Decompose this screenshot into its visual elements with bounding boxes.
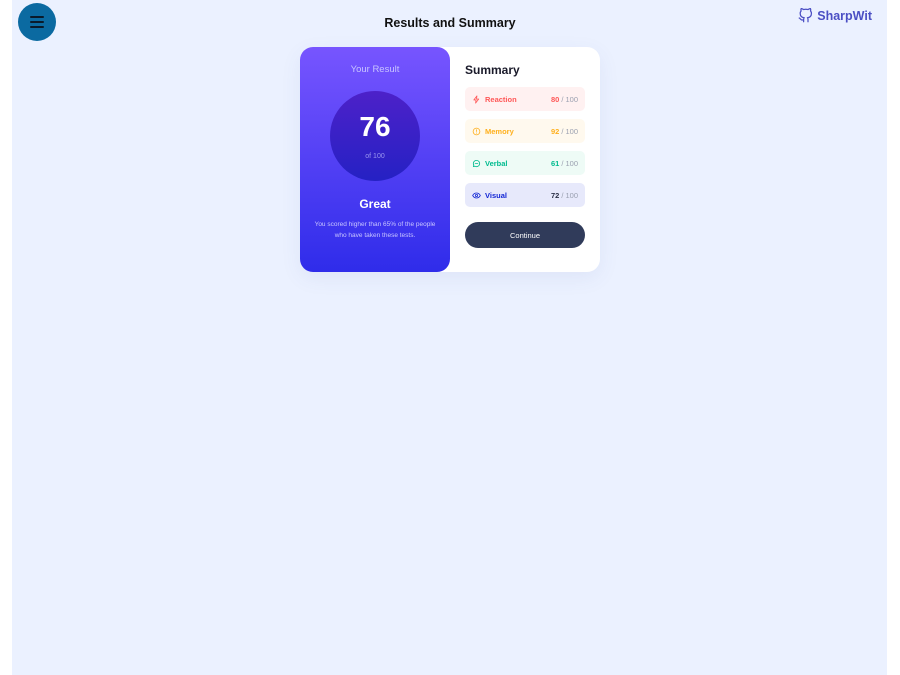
category-score: 61 [550,158,560,168]
category-max: / 100 [561,190,578,200]
result-description: You scored higher than 65% of the people… [314,221,436,239]
eye-icon [472,191,481,200]
summary-panel: Summary Reaction 80 / 100 Memory 92 / 10… [450,47,600,272]
brand-link[interactable]: SharpWit [798,8,872,23]
score-value: 76 [359,111,391,142]
category-max: / 100 [561,126,578,136]
category-label: Visual [485,190,507,200]
score-circle: 76 of 100 [330,91,420,181]
summary-row-memory: Memory 92 / 100 [465,119,585,143]
brain-icon [472,127,481,136]
github-icon [798,8,813,23]
summary-list: Reaction 80 / 100 Memory 92 / 100 Verbal… [465,87,585,215]
summary-title: Summary [465,63,520,77]
category-score: 92 [550,126,560,136]
category-score: 80 [550,94,560,104]
result-heading: Your Result [350,64,400,75]
category-label: Reaction [485,94,517,104]
category-label: Verbal [485,158,508,168]
page-title: Results and Summary [384,16,516,30]
category-max: / 100 [561,158,578,168]
score-of: of 100 [365,153,385,160]
category-label: Memory [485,126,514,136]
summary-row-visual: Visual 72 / 100 [465,183,585,207]
category-score: 72 [550,190,560,200]
chat-icon [472,159,481,168]
summary-row-verbal: Verbal 61 / 100 [465,151,585,175]
category-max: / 100 [561,94,578,104]
continue-button[interactable]: Continue [465,222,585,248]
result-label: Great [359,197,391,211]
summary-row-reaction: Reaction 80 / 100 [465,87,585,111]
lightning-icon [472,94,481,104]
brand-name: SharpWit [817,8,872,23]
results-card: Your Result 76 of 100 Great You scored h… [300,47,600,272]
result-panel: Your Result 76 of 100 Great You scored h… [300,47,450,272]
